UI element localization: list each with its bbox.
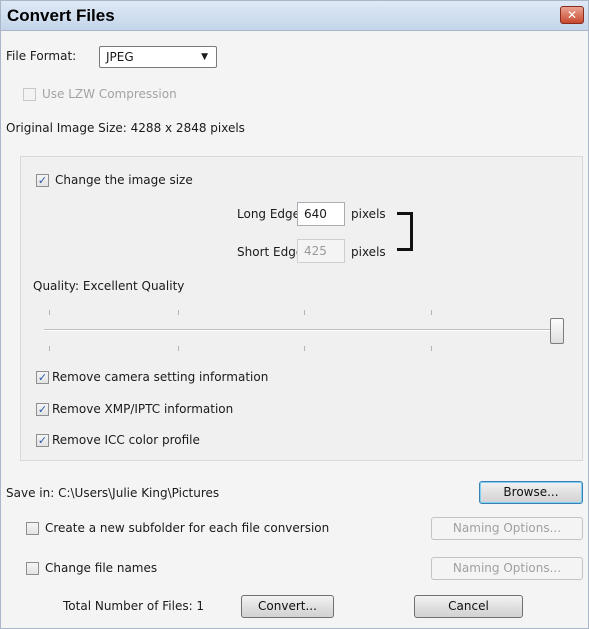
change-size-checkbox[interactable]: ✓ bbox=[36, 174, 49, 187]
rename-label: Change file names bbox=[45, 561, 158, 575]
quality-slider-track[interactable] bbox=[44, 329, 562, 331]
slider-tick bbox=[304, 310, 305, 315]
remove-camera-label: Remove camera setting information bbox=[52, 370, 269, 384]
remove-icc-checkbox[interactable]: ✓ bbox=[36, 434, 49, 447]
convert-button[interactable]: Convert... bbox=[241, 595, 334, 618]
remove-xmp-checkbox[interactable]: ✓ bbox=[36, 403, 49, 416]
remove-icc-label: Remove ICC color profile bbox=[52, 433, 200, 447]
long-edge-label: Long Edge: bbox=[237, 207, 305, 221]
short-edge-input[interactable]: 425 bbox=[297, 239, 345, 263]
browse-button[interactable]: Browse... bbox=[479, 481, 583, 504]
slider-tick bbox=[431, 310, 432, 315]
subfolder-naming-options-button[interactable]: Naming Options... bbox=[431, 517, 583, 540]
chevron-down-icon: ▼ bbox=[201, 52, 208, 62]
lzw-label: Use LZW Compression bbox=[42, 87, 177, 101]
slider-tick bbox=[178, 346, 179, 351]
short-edge-unit: pixels bbox=[351, 245, 386, 259]
dialog-title: Convert Files bbox=[7, 6, 115, 25]
quality-label: Quality: Excellent Quality bbox=[33, 279, 185, 293]
long-edge-unit: pixels bbox=[351, 207, 386, 221]
slider-tick bbox=[49, 310, 50, 315]
convert-files-dialog: Convert Files ✕ File Format: JPEG ▼ Use … bbox=[0, 0, 589, 629]
slider-tick bbox=[304, 346, 305, 351]
slider-tick bbox=[431, 346, 432, 351]
subfolder-checkbox[interactable] bbox=[26, 522, 39, 535]
total-files: Total Number of Files: 1 bbox=[63, 599, 205, 613]
cancel-button[interactable]: Cancel bbox=[414, 595, 523, 618]
close-icon[interactable]: ✕ bbox=[560, 6, 584, 24]
remove-camera-checkbox[interactable]: ✓ bbox=[36, 371, 49, 384]
subfolder-label: Create a new subfolder for each file con… bbox=[45, 521, 330, 535]
original-image-size: Original Image Size: 4288 x 2848 pixels bbox=[6, 121, 245, 135]
file-format-select[interactable]: JPEG ▼ bbox=[99, 46, 217, 68]
rename-naming-options-button[interactable]: Naming Options... bbox=[431, 557, 583, 580]
title-bar: Convert Files ✕ bbox=[1, 1, 588, 31]
slider-tick bbox=[49, 346, 50, 351]
aspect-link-bracket bbox=[397, 212, 413, 251]
lzw-checkbox[interactable] bbox=[23, 88, 36, 101]
file-format-label: File Format: bbox=[6, 49, 77, 63]
file-format-value: JPEG bbox=[106, 50, 134, 64]
save-location: Save in: C:\Users\Julie King\Pictures bbox=[6, 486, 220, 500]
long-edge-input[interactable]: 640 bbox=[297, 202, 345, 226]
rename-checkbox[interactable] bbox=[26, 562, 39, 575]
quality-slider-thumb[interactable] bbox=[550, 318, 564, 344]
remove-xmp-label: Remove XMP/IPTC information bbox=[52, 402, 234, 416]
change-size-label: Change the image size bbox=[55, 173, 193, 187]
slider-tick bbox=[178, 310, 179, 315]
